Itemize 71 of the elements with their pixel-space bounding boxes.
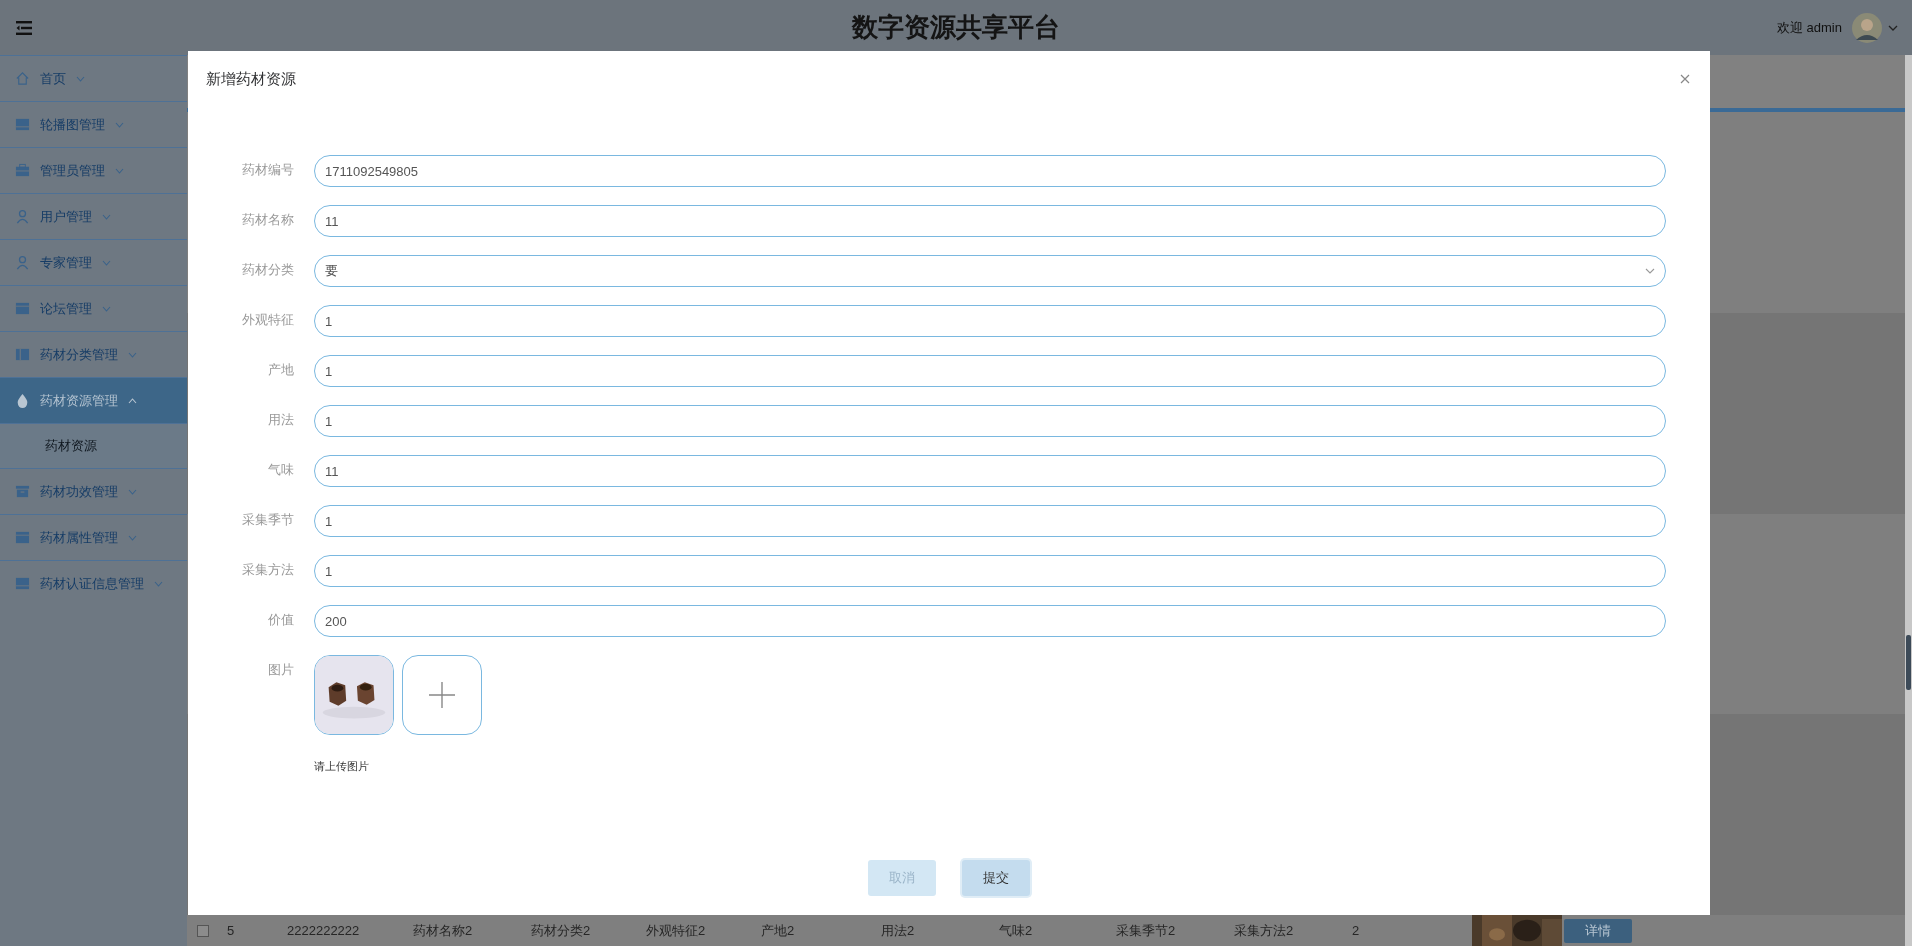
field-label: 外观特征 [241,311,294,329]
monitor-icon [15,576,30,591]
chevron-icon [1645,268,1655,274]
book-icon [15,347,30,362]
input-field[interactable]: 11 [314,455,1666,487]
table-cell-text: 外观特征2 [646,921,707,940]
input-field[interactable]: 200 [314,605,1666,637]
field-label: 产地 [267,361,294,379]
table-cell-text: 采集方法2 [1234,921,1295,940]
field-label: 采集季节 [241,511,294,529]
welcome-text: 欢迎 admin [1776,18,1842,37]
dialog-title: 新增药材资源 [206,69,296,89]
avatar-icon[interactable] [1852,12,1882,43]
input-field[interactable]: 1 [314,305,1666,337]
field-label: 气味 [267,461,294,479]
submenu-item[interactable]: 药材资源 [0,423,187,468]
caret-icon[interactable] [1888,24,1898,31]
table-cell-text: 气味2 [999,921,1034,940]
upload-hint: 请上传图片 [314,759,370,774]
field-label: 价值 [267,611,294,629]
chevron-icon [102,213,111,220]
close-icon[interactable] [1680,74,1690,84]
card-icon [15,530,30,545]
field-label: 药材分类 [241,261,294,279]
table-cell-text: 产地2 [761,921,796,940]
chevron-icon [128,534,137,541]
details-button[interactable]: 详情 [1564,918,1632,943]
field-label: 采集方法 [241,561,294,579]
monitor-icon [15,117,30,132]
drop-icon [15,393,30,408]
user-icon [15,209,30,224]
table-cell-text: 5 [227,923,236,938]
input-field[interactable]: 11 [314,205,1666,237]
field-label: 图片 [267,661,294,679]
home-icon [15,71,30,86]
chevron-icon [102,305,111,312]
table-cell-text: 采集季节2 [1116,921,1177,940]
select-field[interactable]: 要 [314,255,1666,287]
chevron-icon [128,351,137,358]
site-title: 数字资源共享平台 [852,11,1060,44]
input-field[interactable]: 1 [314,405,1666,437]
menu-icon[interactable] [16,20,32,35]
table-cell-text: 用法2 [881,921,916,940]
field-label: 用法 [267,411,294,429]
input-field[interactable]: 1 [314,505,1666,537]
chevron-icon [128,488,137,495]
briefcase-icon [15,163,30,178]
plus-icon [429,682,455,708]
input-field[interactable]: 1 [314,355,1666,387]
field-label: 药材名称 [241,211,294,229]
user-icon [15,255,30,270]
row-checkbox[interactable] [197,924,209,937]
table-cell-text: 药材分类2 [531,921,592,940]
card-icon [15,301,30,316]
chevron-icon [76,75,85,82]
chevron-icon [102,259,111,266]
submit-button[interactable]: 提交 [962,860,1030,896]
field-label: 药材编号 [241,161,294,179]
chevron-icon [154,580,163,587]
table-cell-text: 2222222222 [287,923,361,938]
box-icon [15,484,30,499]
scrollbar[interactable] [1905,55,1912,946]
input-field[interactable]: 1711092549805 [314,155,1666,187]
table-cell-text: 药材名称2 [413,921,474,940]
table-cell-text: 2 [1352,923,1361,938]
sidebar-item[interactable]: 药材资源管理 [0,377,187,423]
chevron-icon [128,397,137,404]
add-image-button[interactable] [402,655,482,735]
chevron-icon [115,121,124,128]
chevron-icon [115,167,124,174]
input-field[interactable]: 1 [314,555,1666,587]
